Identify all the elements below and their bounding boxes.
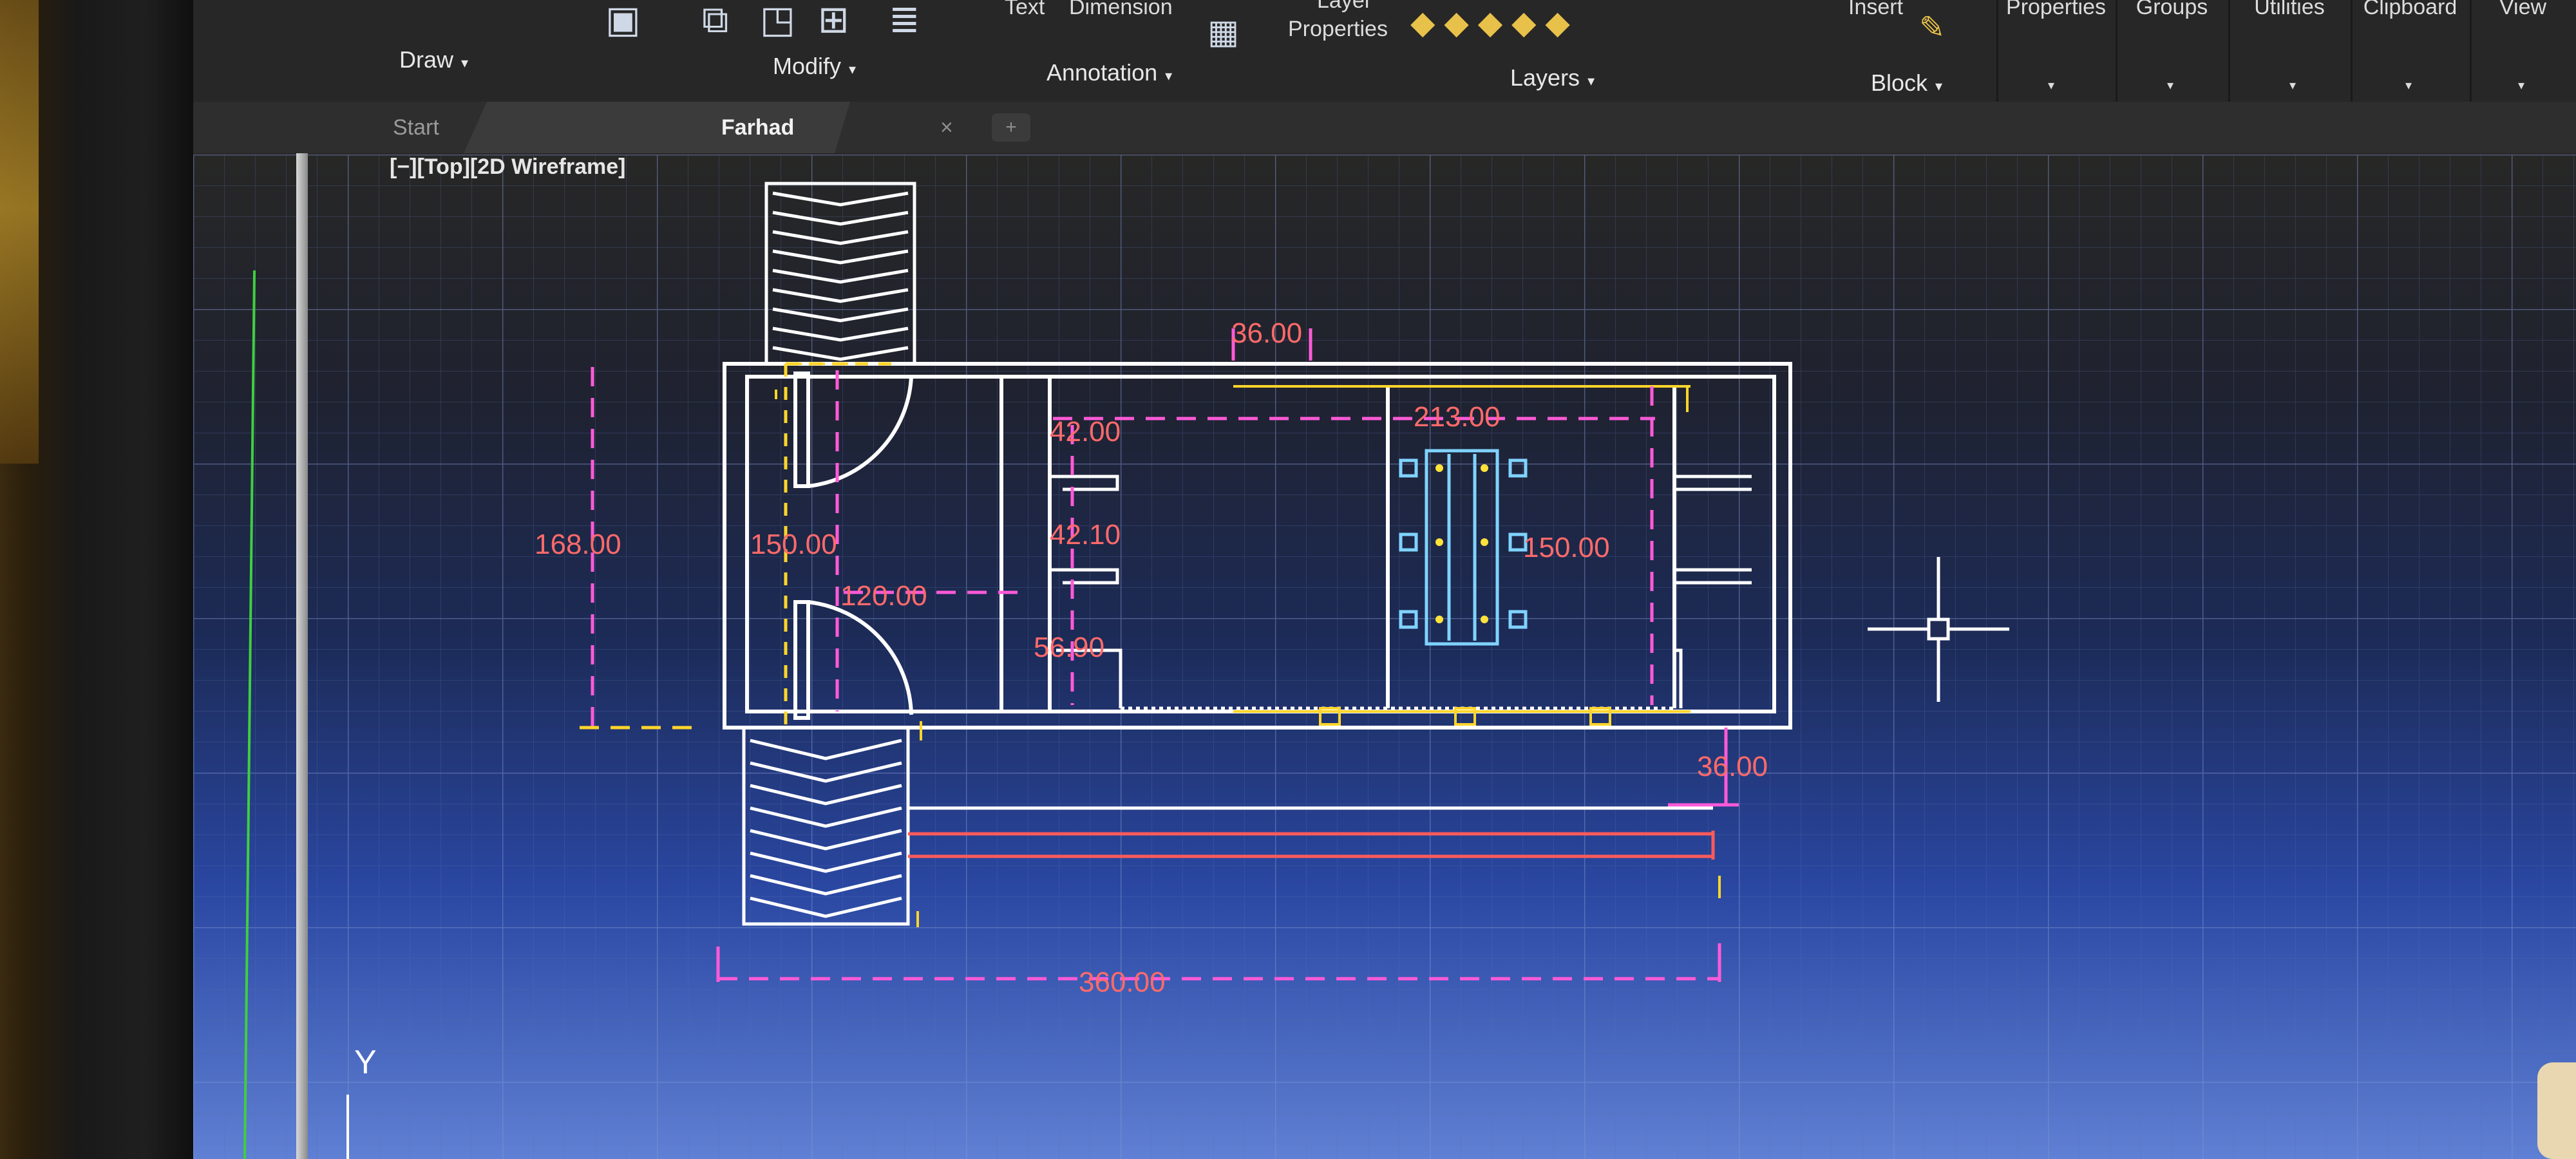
- screen-edge: [296, 0, 308, 1159]
- insert-label[interactable]: Insert: [1848, 0, 1903, 20]
- scale-icon[interactable]: ◳: [760, 1, 795, 39]
- layer-label[interactable]: Layer: [1317, 0, 1372, 14]
- copy-icon[interactable]: ⧉: [702, 1, 728, 39]
- ribbon: ▣ ⧉ ◳ ⊞ ≣ ▦ ◆ ◆ ◆ ◆ ◆ ✎ Text Dimension L…: [193, 0, 2576, 102]
- dim-vestibule-height: 150.00: [750, 529, 837, 560]
- dim-side-bottom: 56.90: [1034, 632, 1104, 663]
- clipboard-panel[interactable]: Clipboard: [2351, 0, 2470, 20]
- rectangle-icon[interactable]: ▣: [605, 1, 641, 39]
- annotation-panel[interactable]: Annotation ▾: [1046, 59, 1172, 86]
- dim-side-mid: 42.10: [1050, 519, 1121, 551]
- properties-panel[interactable]: Properties: [1996, 0, 2116, 20]
- view-panel[interactable]: View: [2470, 0, 2576, 20]
- chevron-down-icon[interactable]: ▾: [2167, 77, 2174, 93]
- dim-vestibule-width: 120.00: [840, 580, 927, 612]
- text-tool-label[interactable]: Text: [1005, 0, 1045, 20]
- dimension-tool-label[interactable]: Dimension: [1069, 0, 1173, 20]
- viewport-controls[interactable]: [−][Top][2D Wireframe]: [390, 155, 625, 180]
- layer-properties-label[interactable]: Properties: [1288, 17, 1388, 42]
- ucs-icon: [346, 1095, 349, 1159]
- chevron-down-icon[interactable]: ▾: [2289, 77, 2296, 93]
- cad-screen: 36.00 168.00 150.00 120.00 213.00 42.00 …: [193, 0, 2576, 1159]
- chevron-down-icon: ▾: [461, 55, 469, 71]
- close-icon[interactable]: ×: [940, 102, 953, 153]
- chevron-down-icon[interactable]: ▾: [2405, 77, 2412, 93]
- table-icon[interactable]: ▦: [1208, 15, 1239, 49]
- dim-top-width: 36.00: [1231, 317, 1302, 349]
- new-tab-button[interactable]: +: [992, 113, 1030, 142]
- ambient-light: [0, 0, 39, 464]
- offset-icon[interactable]: ≣: [889, 1, 920, 39]
- chevron-down-icon: ▾: [1587, 73, 1595, 89]
- groups-panel[interactable]: Groups: [2116, 0, 2228, 20]
- chevron-down-icon[interactable]: ▾: [2518, 77, 2524, 93]
- dim-overall-width: 360.00: [1079, 966, 1166, 998]
- corner-widget-icon: [2537, 1062, 2576, 1159]
- major-grid: [193, 155, 2576, 1159]
- layers-panel[interactable]: Layers ▾: [1510, 64, 1595, 91]
- draw-panel[interactable]: Draw ▾: [399, 46, 468, 73]
- file-tab-bar: Start Farhad masjid 1* × +: [193, 102, 2576, 153]
- block-panel[interactable]: Block ▾: [1871, 70, 1942, 97]
- array-icon[interactable]: ⊞: [818, 1, 849, 39]
- chevron-down-icon: ▾: [849, 61, 857, 77]
- chevron-down-icon: ▾: [1935, 78, 1943, 94]
- dim-prayer-width: 213.00: [1414, 401, 1501, 433]
- chevron-down-icon[interactable]: ▾: [2048, 77, 2054, 93]
- dim-side-top: 42.00: [1050, 416, 1121, 448]
- dim-bottom-right: 36.00: [1697, 751, 1768, 782]
- utilities-panel[interactable]: Utilities: [2228, 0, 2351, 20]
- ucs-y-label: Y: [354, 1044, 377, 1081]
- chevron-down-icon: ▾: [1165, 68, 1173, 84]
- dim-right-height: 150.00: [1523, 532, 1610, 563]
- modify-panel[interactable]: Modify ▾: [773, 53, 856, 80]
- dim-height-left: 168.00: [535, 529, 621, 560]
- layer-state-icon[interactable]: ◆ ◆ ◆ ◆ ◆: [1410, 6, 1570, 39]
- tab-farhad-masjid[interactable]: Farhad masjid 1*: [464, 102, 850, 153]
- insert-block-icon[interactable]: ✎: [1919, 13, 1945, 44]
